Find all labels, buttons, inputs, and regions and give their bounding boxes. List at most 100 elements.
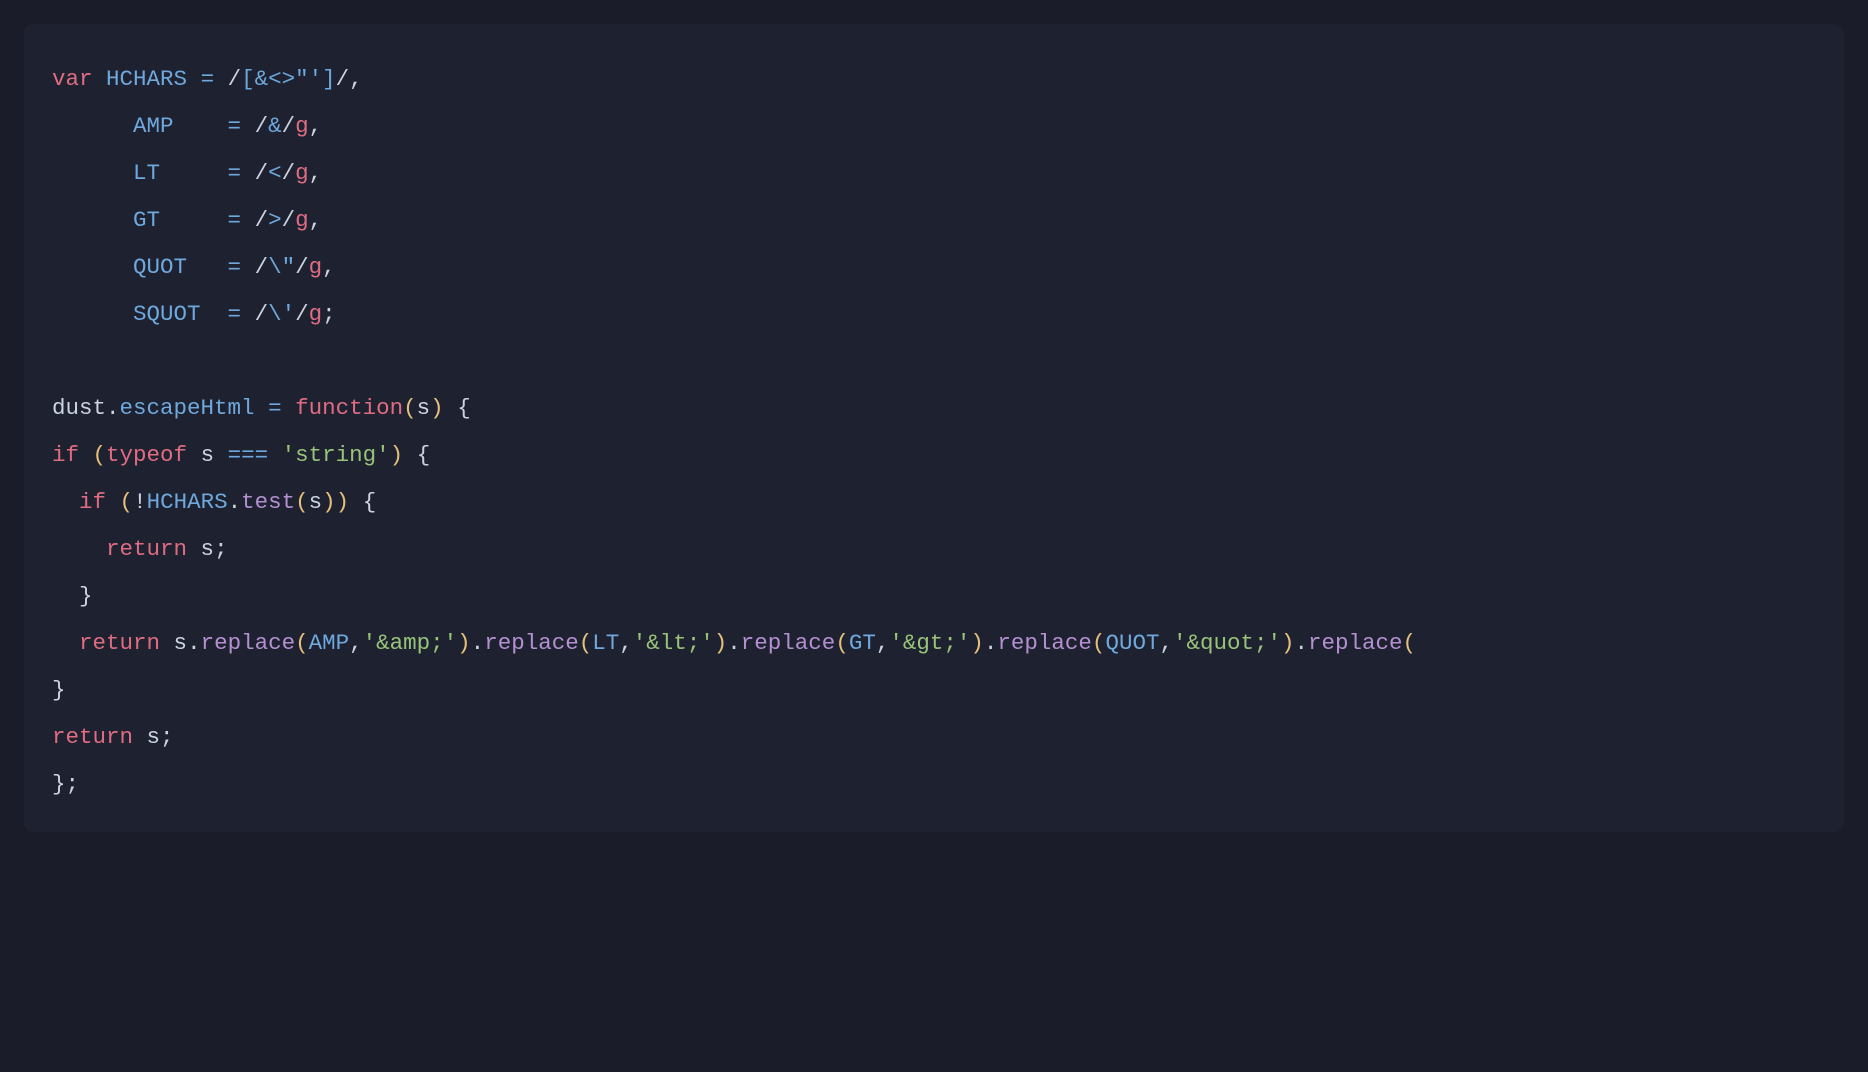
lparen: (	[1092, 630, 1106, 656]
rparen: )	[430, 395, 444, 421]
brace-close: }	[52, 771, 66, 797]
code-block: var HCHARS = /[&<>"']/, AMP = /&/g, LT =…	[24, 24, 1844, 832]
param-s: s	[417, 395, 431, 421]
regex-slash: /	[336, 66, 350, 92]
equals: =	[228, 254, 242, 280]
semicolon: ;	[66, 771, 80, 797]
brace-open: {	[417, 442, 431, 468]
regex-slash: /	[255, 301, 269, 327]
dot: .	[1295, 630, 1309, 656]
var-s: s	[174, 630, 188, 656]
code-line-14: }	[52, 677, 66, 703]
lparen: (	[93, 442, 107, 468]
prop-escapehtml: escapeHtml	[120, 395, 255, 421]
equals: =	[228, 160, 242, 186]
dot: .	[471, 630, 485, 656]
string-literal: '&lt;'	[633, 630, 714, 656]
comma: ,	[309, 113, 323, 139]
comma: ,	[619, 630, 633, 656]
const-gt: GT	[849, 630, 876, 656]
code-line-6: SQUOT = /\'/g;	[52, 301, 336, 327]
semicolon: ;	[214, 536, 228, 562]
dot: .	[106, 395, 120, 421]
regex-body: &	[268, 113, 282, 139]
rparen: )	[322, 489, 336, 515]
code-line-13: return s.replace(AMP,'&amp;').replace(LT…	[52, 630, 1416, 656]
code-line-11: return s;	[52, 536, 228, 562]
regex-flag: g	[309, 254, 323, 280]
code-line-2: AMP = /&/g,	[52, 113, 322, 139]
equals: =	[228, 207, 242, 233]
lparen: (	[1403, 630, 1417, 656]
dot: .	[187, 630, 201, 656]
comma: ,	[876, 630, 890, 656]
keyword-if: if	[79, 489, 106, 515]
keyword-return: return	[52, 724, 133, 750]
regex-flag: g	[295, 207, 309, 233]
regex-body: >	[268, 207, 282, 233]
regex-slash: /	[255, 113, 269, 139]
code-line-12: }	[52, 583, 93, 609]
lparen: (	[579, 630, 593, 656]
code-line-9: if (typeof s === 'string') {	[52, 442, 430, 468]
lparen: (	[835, 630, 849, 656]
comma: ,	[349, 66, 363, 92]
string-literal: 'string'	[282, 442, 390, 468]
bang: !	[133, 489, 147, 515]
regex-flag: g	[295, 160, 309, 186]
rparen: )	[457, 630, 471, 656]
regex-body: <	[268, 160, 282, 186]
equals: =	[228, 301, 242, 327]
code-line-10: if (!HCHARS.test(s)) {	[52, 489, 376, 515]
regex-slash: /	[282, 160, 296, 186]
code-line-4: GT = />/g,	[52, 207, 322, 233]
lparen: (	[120, 489, 134, 515]
comma: ,	[1159, 630, 1173, 656]
const-hchars: HCHARS	[106, 66, 187, 92]
regex-flag: g	[295, 113, 309, 139]
rparen: )	[390, 442, 404, 468]
regex-body: [&<>"']	[241, 66, 336, 92]
keyword-function: function	[295, 395, 403, 421]
method-replace: replace	[201, 630, 296, 656]
regex-body: \"	[268, 254, 295, 280]
keyword-var: var	[52, 66, 93, 92]
keyword-return: return	[79, 630, 160, 656]
code-line-15: return s;	[52, 724, 174, 750]
code-line-3: LT = /</g,	[52, 160, 322, 186]
code-line-5: QUOT = /\"/g,	[52, 254, 336, 280]
comma: ,	[349, 630, 363, 656]
brace-close: }	[79, 583, 93, 609]
var-s: s	[309, 489, 323, 515]
rparen: )	[714, 630, 728, 656]
brace-close: }	[52, 677, 66, 703]
const-hchars: HCHARS	[147, 489, 228, 515]
const-amp: AMP	[309, 630, 350, 656]
code-line-16: };	[52, 771, 79, 797]
const-lt: LT	[133, 160, 160, 186]
regex-slash: /	[255, 160, 269, 186]
dot: .	[984, 630, 998, 656]
semicolon: ;	[160, 724, 174, 750]
comma: ,	[309, 207, 323, 233]
regex-slash: /	[228, 66, 242, 92]
const-lt: LT	[592, 630, 619, 656]
dot: .	[727, 630, 741, 656]
var-s: s	[201, 442, 215, 468]
string-literal: '&quot;'	[1173, 630, 1281, 656]
const-squot: SQUOT	[133, 301, 201, 327]
method-replace: replace	[741, 630, 836, 656]
equals: =	[268, 395, 282, 421]
lparen: (	[295, 489, 309, 515]
lparen: (	[403, 395, 417, 421]
const-quot: QUOT	[133, 254, 187, 280]
comma: ,	[309, 160, 323, 186]
regex-slash: /	[255, 207, 269, 233]
lparen: (	[295, 630, 309, 656]
string-literal: '&amp;'	[363, 630, 458, 656]
string-literal: '&gt;'	[889, 630, 970, 656]
keyword-typeof: typeof	[106, 442, 187, 468]
code-line-1: var HCHARS = /[&<>"']/,	[52, 66, 363, 92]
code-line-8: dust.escapeHtml = function(s) {	[52, 395, 471, 421]
brace-open: {	[363, 489, 377, 515]
